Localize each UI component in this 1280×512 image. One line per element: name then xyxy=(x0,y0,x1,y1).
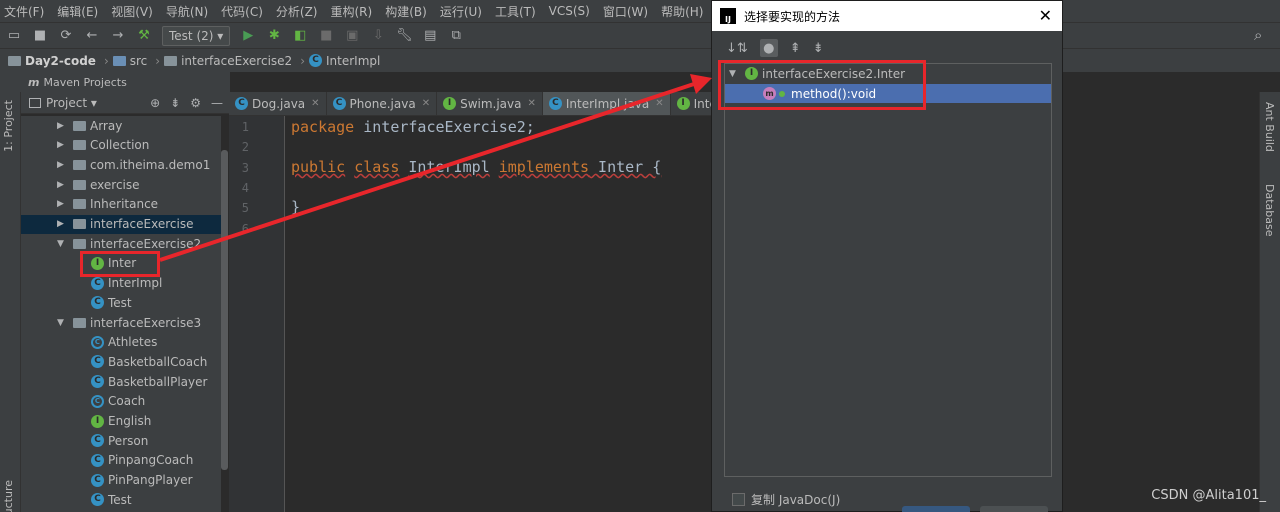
watermark: CSDN @Alita101_ xyxy=(1151,488,1266,503)
annotation-arrow xyxy=(159,74,712,262)
